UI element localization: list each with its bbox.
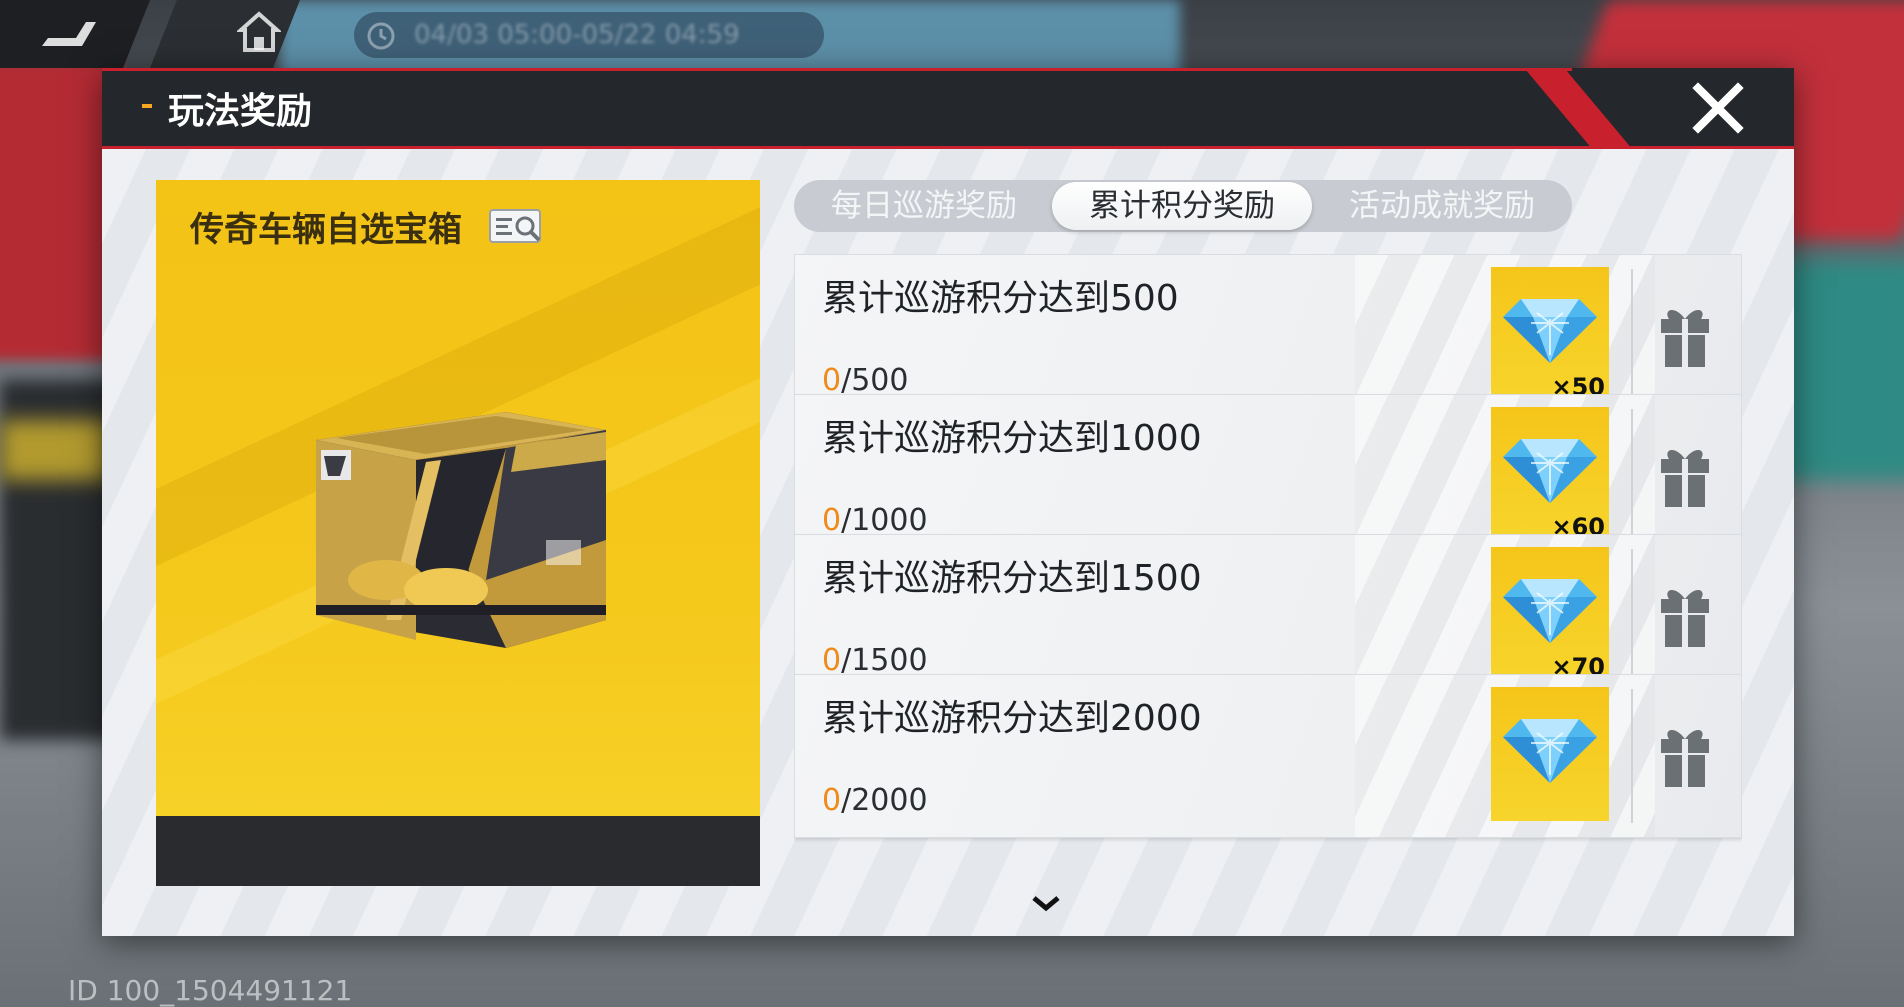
gift-icon[interactable] (1645, 441, 1725, 511)
top-bar: 04/03 05:00-05/22 04:59 (0, 0, 900, 70)
gift-icon[interactable] (1645, 581, 1725, 651)
task-progress: 0/1500 (822, 643, 928, 678)
chest-name: 传奇车辆自选宝箱 (190, 210, 462, 250)
chest-footer-bar (156, 816, 760, 886)
home-icon (237, 11, 281, 52)
task-title: 累计巡游积分达到2000 (822, 698, 1202, 739)
back-icon (42, 22, 96, 46)
row-divider (1631, 549, 1633, 683)
row-divider (1631, 409, 1633, 543)
event-time-text: 04/03 05:00-05/22 04:59 (414, 20, 740, 50)
reward-item[interactable]: ×70 (1491, 547, 1609, 681)
task-progress-current: 0 (822, 643, 842, 678)
diamond-icon (1503, 579, 1597, 643)
gift-icon[interactable] (1645, 301, 1725, 371)
reward-item[interactable] (1491, 687, 1609, 821)
modal-title: 玩法奖励 (168, 91, 313, 132)
user-id: ID 100_1504491121 (68, 974, 353, 1007)
reward-item[interactable]: ×50 (1491, 267, 1609, 401)
task-progress-target: /1000 (841, 503, 928, 538)
reward-tabs: 每日巡游奖励 累计积分奖励 活动成就奖励 (794, 180, 1572, 232)
back-button[interactable] (0, 0, 150, 68)
task-progress-current: 0 (822, 363, 842, 398)
task-title: 累计巡游积分达到1000 (822, 418, 1202, 459)
rewards-modal: 玩法奖励 传奇车辆自选宝箱 每日巡游奖励 累计积分奖励 活动成就奖励 累计巡游积… (102, 68, 1794, 936)
task-progress: 0/1000 (822, 503, 928, 538)
diamond-icon (1503, 719, 1597, 783)
modal-header: 玩法奖励 (102, 68, 1794, 149)
clock-icon (367, 22, 395, 50)
task-progress-current: 0 (822, 783, 842, 818)
tab-achievement-rewards[interactable]: 活动成就奖励 (1312, 180, 1572, 232)
tab-cumulative-points-rewards[interactable]: 累计积分奖励 (1052, 182, 1312, 230)
modal-body: 传奇车辆自选宝箱 每日巡游奖励 累计积分奖励 活动成就奖励 累计巡游积分达到50… (102, 149, 1794, 936)
list-item: 累计巡游积分达到2000 0/2000 (794, 674, 1742, 838)
reward-item[interactable]: ×60 (1491, 407, 1609, 541)
tab-daily-cruise-rewards[interactable]: 每日巡游奖励 (794, 180, 1054, 232)
diamond-icon (1503, 299, 1597, 363)
task-progress-current: 0 (822, 503, 842, 538)
reward-task-list[interactable]: 累计巡游积分达到500 0/500 ×50 累计巡游积分达到1000 0/100… (794, 254, 1742, 886)
home-button[interactable] (150, 0, 300, 68)
task-title: 累计巡游积分达到500 (822, 278, 1179, 319)
task-title: 累计巡游积分达到1500 (822, 558, 1202, 599)
task-progress-target: /1500 (841, 643, 928, 678)
event-timer: 04/03 05:00-05/22 04:59 (354, 12, 824, 58)
task-progress-target: /500 (841, 363, 909, 398)
row-divider (1631, 269, 1633, 403)
task-progress-target: /2000 (841, 783, 928, 818)
chest-preview-panel: 传奇车辆自选宝箱 (156, 180, 760, 886)
diamond-icon (1503, 439, 1597, 503)
task-progress: 0/2000 (822, 783, 928, 818)
title-accent (142, 104, 152, 108)
legendary-chest-image (316, 412, 606, 648)
gift-icon[interactable] (1645, 721, 1725, 791)
chevron-down-icon[interactable] (1026, 892, 1066, 916)
magnify-icon[interactable] (488, 204, 546, 248)
row-divider (1631, 689, 1633, 823)
task-progress: 0/500 (822, 363, 908, 398)
close-icon[interactable] (1692, 82, 1744, 134)
